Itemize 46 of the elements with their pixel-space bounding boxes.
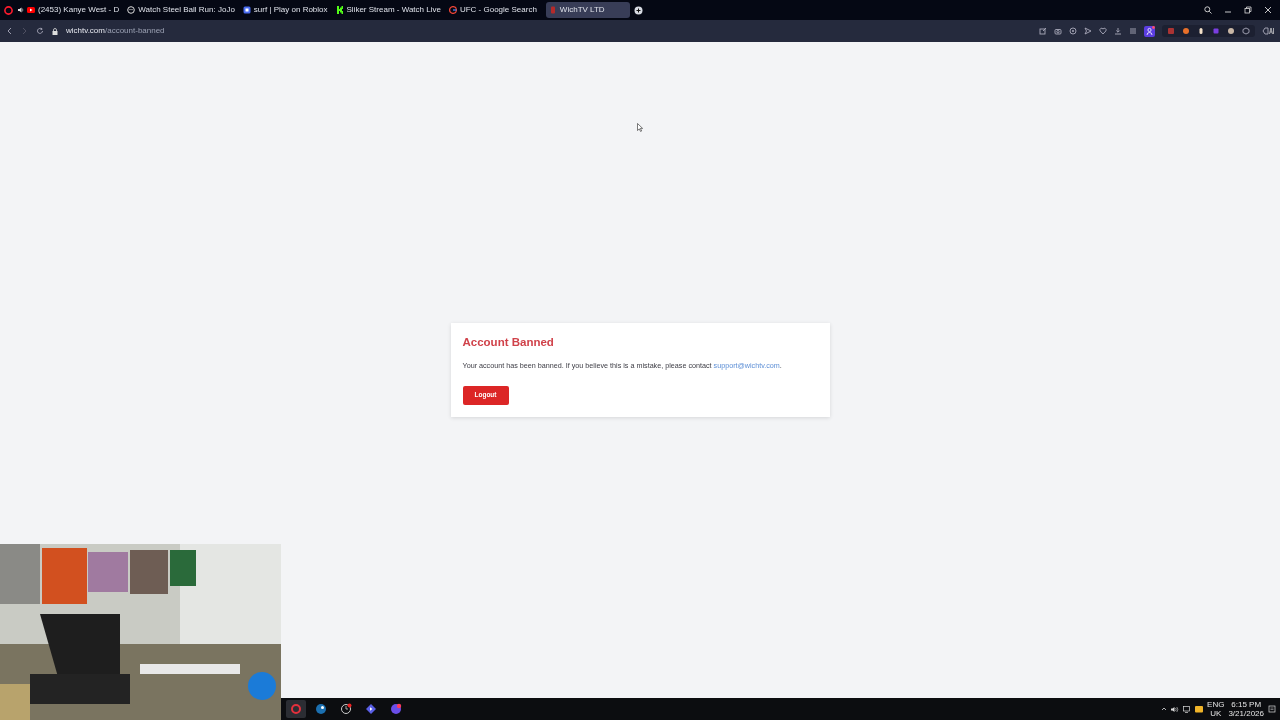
extension-icon[interactable] bbox=[1167, 27, 1175, 35]
notification-icon[interactable] bbox=[1268, 705, 1276, 713]
clock-icon bbox=[340, 703, 352, 715]
profile-icon[interactable] bbox=[1144, 25, 1155, 37]
region-indicator[interactable]: UK bbox=[1210, 709, 1222, 719]
browser-tab[interactable]: UFC - Google Search bbox=[445, 2, 540, 18]
clock-time[interactable]: 6:15 PM bbox=[1231, 699, 1262, 709]
browser-tab[interactable]: surf | Play on Roblox bbox=[239, 2, 331, 18]
search-icon[interactable] bbox=[1204, 6, 1212, 14]
address-bar-url[interactable]: wichtv.com/account-banned bbox=[66, 25, 165, 37]
steam-icon bbox=[315, 703, 327, 715]
reload-icon[interactable] bbox=[36, 27, 44, 35]
close-icon[interactable] bbox=[1264, 6, 1272, 14]
clock-date[interactable]: 3/21/2026 bbox=[1228, 709, 1264, 719]
google-g-icon bbox=[448, 6, 457, 14]
video-icon bbox=[27, 6, 35, 14]
restore-icon[interactable] bbox=[1244, 6, 1252, 14]
back-icon[interactable] bbox=[6, 27, 13, 35]
pill-icon[interactable] bbox=[1197, 27, 1205, 35]
browser-tab[interactable]: (2453) Kanye West - D bbox=[15, 2, 123, 18]
camera-icon[interactable] bbox=[1054, 27, 1062, 35]
letter-k-icon bbox=[335, 6, 344, 14]
tab-favicon-icon bbox=[548, 6, 557, 14]
face-mask-icon bbox=[127, 6, 136, 14]
edit-icon[interactable] bbox=[1039, 27, 1047, 35]
card-title: Account Banned bbox=[462, 335, 555, 351]
play-icon bbox=[365, 703, 377, 715]
browser-logo-icon bbox=[4, 5, 13, 15]
browser-tab[interactable]: WichTV LTD bbox=[545, 2, 630, 18]
language-indicator[interactable]: ENG bbox=[1207, 699, 1225, 709]
download-icon[interactable] bbox=[1114, 27, 1122, 35]
chat-icon bbox=[390, 703, 402, 715]
browser-tab[interactable]: Watch Steel Ball Run: JoJo bbox=[124, 2, 238, 18]
browser-tab[interactable]: Sliker Stream - Watch Live bbox=[332, 2, 444, 18]
new-tab-button[interactable] bbox=[633, 5, 643, 15]
speaker-icon[interactable] bbox=[1171, 705, 1180, 713]
heart-icon[interactable] bbox=[1099, 27, 1107, 35]
browser-logo-icon bbox=[290, 703, 302, 715]
block-icon bbox=[242, 6, 251, 14]
round-badge-icon[interactable] bbox=[1227, 27, 1235, 35]
cursor-icon bbox=[637, 123, 643, 132]
folder-icon[interactable] bbox=[1195, 705, 1204, 713]
send-icon[interactable] bbox=[1084, 27, 1092, 35]
display-icon[interactable] bbox=[1183, 705, 1192, 713]
lock-icon bbox=[52, 27, 58, 35]
chevron-up-icon[interactable] bbox=[1161, 706, 1168, 712]
